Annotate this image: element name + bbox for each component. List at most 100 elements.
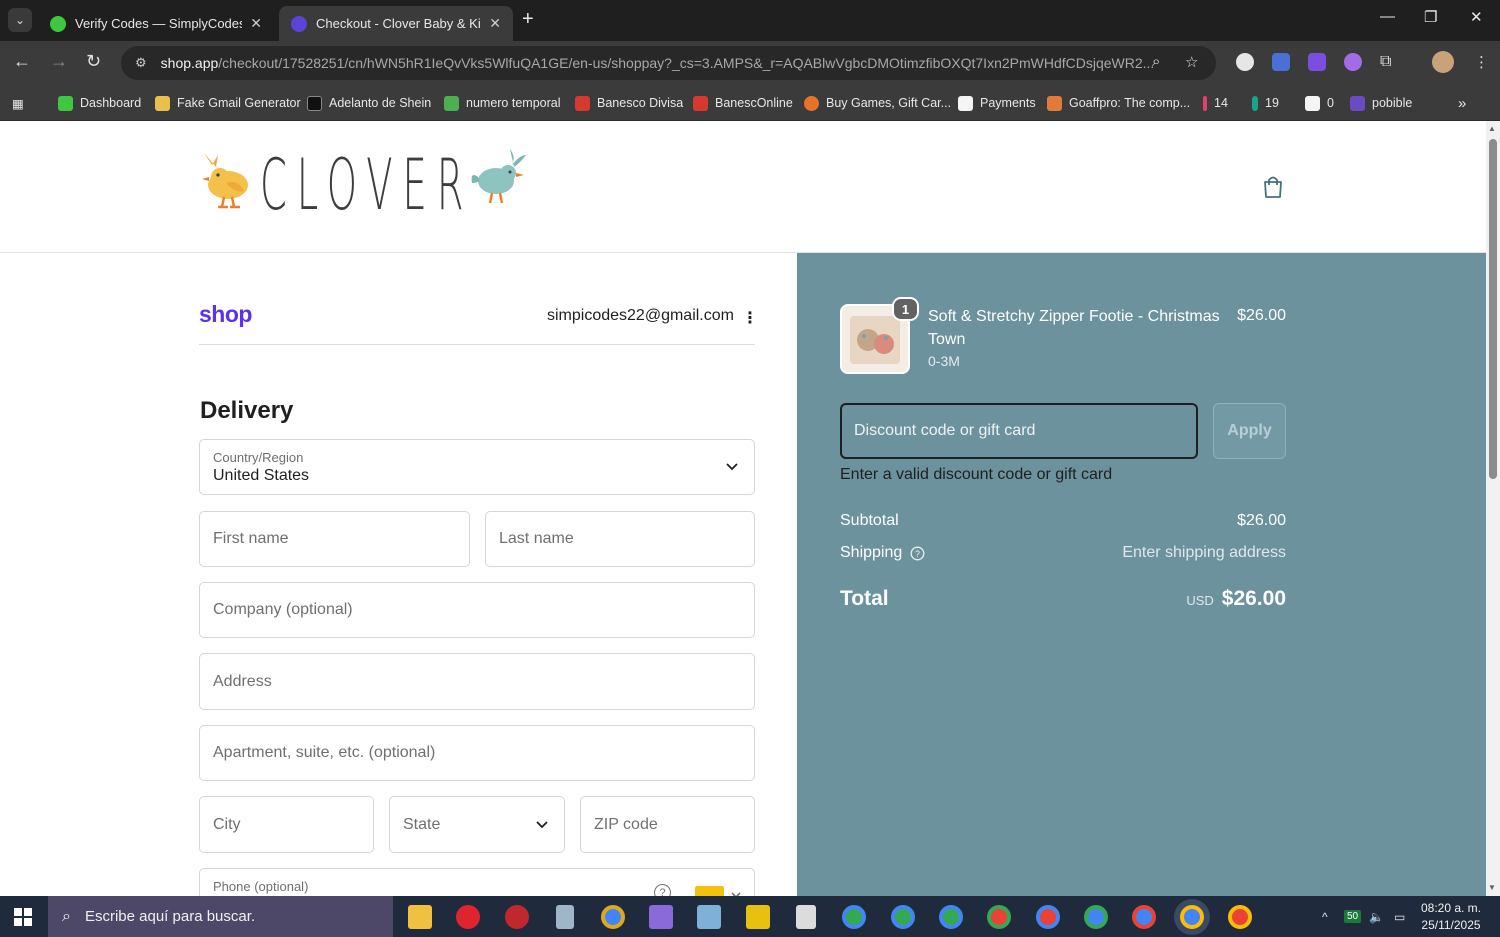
chrome-active-icon[interactable] bbox=[1180, 905, 1204, 929]
account-menu-icon[interactable]: ⋮ bbox=[742, 308, 758, 328]
apps-grid-icon[interactable]: ▦ bbox=[12, 93, 24, 113]
bookmark-dashboard[interactable]: Dashboard bbox=[58, 93, 141, 113]
clock-date: 25/11/2025 bbox=[1421, 918, 1481, 932]
product-variant: 0-3M bbox=[928, 353, 960, 369]
phone-input[interactable]: Phone (optional) ? bbox=[199, 868, 755, 896]
bookmark-fake-gmail[interactable]: Fake Gmail Generator bbox=[155, 93, 301, 113]
file-explorer-icon[interactable] bbox=[408, 905, 432, 929]
minimize-button[interactable]: — bbox=[1380, 8, 1395, 25]
order-summary-panel: 1 Soft & Stretchy Zipper Footie - Christ… bbox=[797, 253, 1486, 896]
help-icon[interactable]: ? bbox=[654, 884, 671, 896]
bookmark-banesco-divisa[interactable]: Banesco Divisa bbox=[575, 93, 683, 113]
pdf-app-icon[interactable] bbox=[746, 905, 770, 929]
profile-avatar[interactable] bbox=[1432, 51, 1454, 73]
forward-arrow-icon[interactable]: → bbox=[50, 51, 68, 72]
scroll-up-icon[interactable]: ▲ bbox=[1488, 124, 1496, 133]
app-red-icon[interactable] bbox=[505, 905, 529, 929]
bookmark-favicon-icon bbox=[58, 95, 73, 111]
chrome-profile-j-icon[interactable] bbox=[939, 905, 963, 929]
bookmark-favicon-icon bbox=[804, 95, 819, 111]
total-row: Total USD $26.00 bbox=[840, 587, 1286, 611]
calculator-icon[interactable] bbox=[796, 905, 816, 929]
extension-w-icon[interactable] bbox=[1236, 53, 1254, 71]
tab-search-icon[interactable]: ⌄ bbox=[8, 8, 32, 32]
bookmark-payments[interactable]: Payments bbox=[958, 93, 1036, 113]
address-input[interactable]: Address bbox=[199, 653, 755, 710]
bookmark-buy-games[interactable]: Buy Games, Gift Car... bbox=[804, 93, 951, 113]
bookmark-14[interactable]: 14 bbox=[1203, 93, 1228, 113]
opera-icon[interactable] bbox=[456, 905, 480, 929]
chrome-profile-photo-icon[interactable] bbox=[1132, 905, 1156, 929]
chrome-profile-d-icon[interactable] bbox=[1036, 905, 1060, 929]
divider bbox=[199, 344, 755, 345]
bookmark-0[interactable]: 0 bbox=[1305, 93, 1334, 113]
browser-toolbar: ← → ↻ ⚙ shop.app/checkout/17528251/cn/hW… bbox=[0, 41, 1500, 85]
total-wrap: USD $26.00 bbox=[1186, 587, 1286, 611]
last-name-input[interactable]: Last name bbox=[485, 511, 755, 567]
chrome-profile-s2-icon[interactable] bbox=[1228, 905, 1252, 929]
windows-start-icon[interactable] bbox=[14, 908, 32, 926]
page-scrollbar[interactable]: ▲ ▼ bbox=[1486, 121, 1500, 896]
tray-overflow-icon[interactable]: ^ bbox=[1322, 896, 1328, 937]
scroll-down-icon[interactable]: ▼ bbox=[1488, 883, 1496, 892]
country-select[interactable]: Country/Region United States bbox=[199, 439, 755, 495]
chrome-profile-s-icon[interactable] bbox=[891, 905, 915, 929]
taskbar-clock[interactable]: 08:20 a. m. 25/11/2025 bbox=[1416, 900, 1486, 934]
tab-simplycodes[interactable]: Verify Codes — SimplyCodes ✕ bbox=[38, 6, 274, 41]
extension-a-icon[interactable] bbox=[1308, 53, 1326, 71]
shipping-help-icon[interactable]: ? bbox=[910, 546, 925, 561]
discount-code-input[interactable]: Discount code or gift card bbox=[840, 403, 1198, 459]
bookmark-goaffpro[interactable]: Goaffpro: The comp... bbox=[1047, 93, 1190, 113]
bookmark-banesconline[interactable]: BanescOnline bbox=[693, 93, 793, 113]
bookmark-star-icon[interactable]: ☆ bbox=[1185, 53, 1198, 71]
url-path: /checkout/17528251/cn/hWN5hR1IeQvVks5Wlf… bbox=[218, 55, 1155, 71]
reload-icon[interactable]: ↻ bbox=[86, 51, 101, 72]
subtotal-row: Subtotal $26.00 bbox=[840, 512, 1286, 530]
maximize-button[interactable]: ❐ bbox=[1424, 8, 1437, 26]
zip-input[interactable]: ZIP code bbox=[580, 796, 755, 853]
city-input[interactable]: City bbox=[199, 796, 374, 853]
close-window-button[interactable]: ✕ bbox=[1470, 8, 1483, 26]
scroll-thumb[interactable] bbox=[1489, 139, 1497, 479]
bookmark-favicon-icon bbox=[1047, 95, 1062, 111]
back-arrow-icon[interactable]: ← bbox=[13, 51, 31, 72]
bookmark-shein[interactable]: Adelanto de Shein bbox=[307, 93, 431, 113]
zoom-icon[interactable]: ⌕ bbox=[1152, 53, 1160, 70]
network-icon[interactable]: ▭ bbox=[1394, 896, 1405, 937]
extension-shield-icon[interactable] bbox=[1272, 53, 1290, 71]
chrome-icon[interactable] bbox=[601, 905, 625, 929]
browser-tab-bar: ⌄ Verify Codes — SimplyCodes ✕ Checkout … bbox=[0, 0, 1500, 41]
chrome-profile-e-icon[interactable] bbox=[842, 905, 866, 929]
app-feather-icon[interactable] bbox=[649, 905, 673, 929]
tray-badge-wrap[interactable]: 50 bbox=[1344, 896, 1362, 937]
apartment-input[interactable]: Apartment, suite, etc. (optional) bbox=[199, 725, 755, 781]
app-book-icon[interactable] bbox=[697, 905, 721, 929]
first-name-input[interactable]: First name bbox=[199, 511, 470, 567]
chrome-profile-d2-icon[interactable] bbox=[1084, 905, 1108, 929]
extension-purple-icon[interactable] bbox=[1344, 53, 1362, 71]
tab-close-icon[interactable]: ✕ bbox=[489, 15, 501, 32]
company-input[interactable]: Company (optional) bbox=[199, 582, 755, 638]
tab-checkout[interactable]: Checkout - Clover Baby & Kids ✕ bbox=[279, 6, 513, 41]
bookmarks-overflow-button[interactable]: » bbox=[1458, 93, 1466, 113]
shopping-bag-icon[interactable] bbox=[1262, 175, 1284, 204]
state-select[interactable]: State bbox=[389, 796, 565, 853]
extensions-puzzle-icon[interactable]: ⧉ bbox=[1380, 53, 1391, 71]
address-bar[interactable]: ⚙ shop.app/checkout/17528251/cn/hWN5hR1I… bbox=[121, 46, 1216, 80]
new-tab-button[interactable]: + bbox=[522, 8, 534, 31]
bookmark-numero-temporal[interactable]: numero temporal bbox=[444, 93, 561, 113]
tab-title: Checkout - Clover Baby & Kids bbox=[316, 16, 482, 31]
browser-menu-icon[interactable]: ⋮ bbox=[1474, 53, 1489, 71]
taskbar-search[interactable]: ⌕ Escribe aquí para buscar. bbox=[48, 896, 393, 937]
subtotal-value: $26.00 bbox=[1237, 512, 1286, 529]
apply-discount-button[interactable]: Apply bbox=[1213, 403, 1286, 459]
country-flag-icon[interactable] bbox=[695, 886, 724, 896]
volume-icon[interactable]: 🔈 bbox=[1369, 896, 1384, 937]
site-settings-icon[interactable]: ⚙ bbox=[135, 55, 147, 71]
app-jar-icon[interactable] bbox=[556, 905, 574, 929]
bookmark-pobible[interactable]: pobible bbox=[1350, 93, 1412, 113]
tab-close-icon[interactable]: ✕ bbox=[250, 15, 262, 32]
clover-logo[interactable]: CLOVER bbox=[198, 147, 528, 223]
bookmark-19[interactable]: 19 bbox=[1252, 93, 1279, 113]
chrome-profile-e2-icon[interactable] bbox=[987, 905, 1011, 929]
